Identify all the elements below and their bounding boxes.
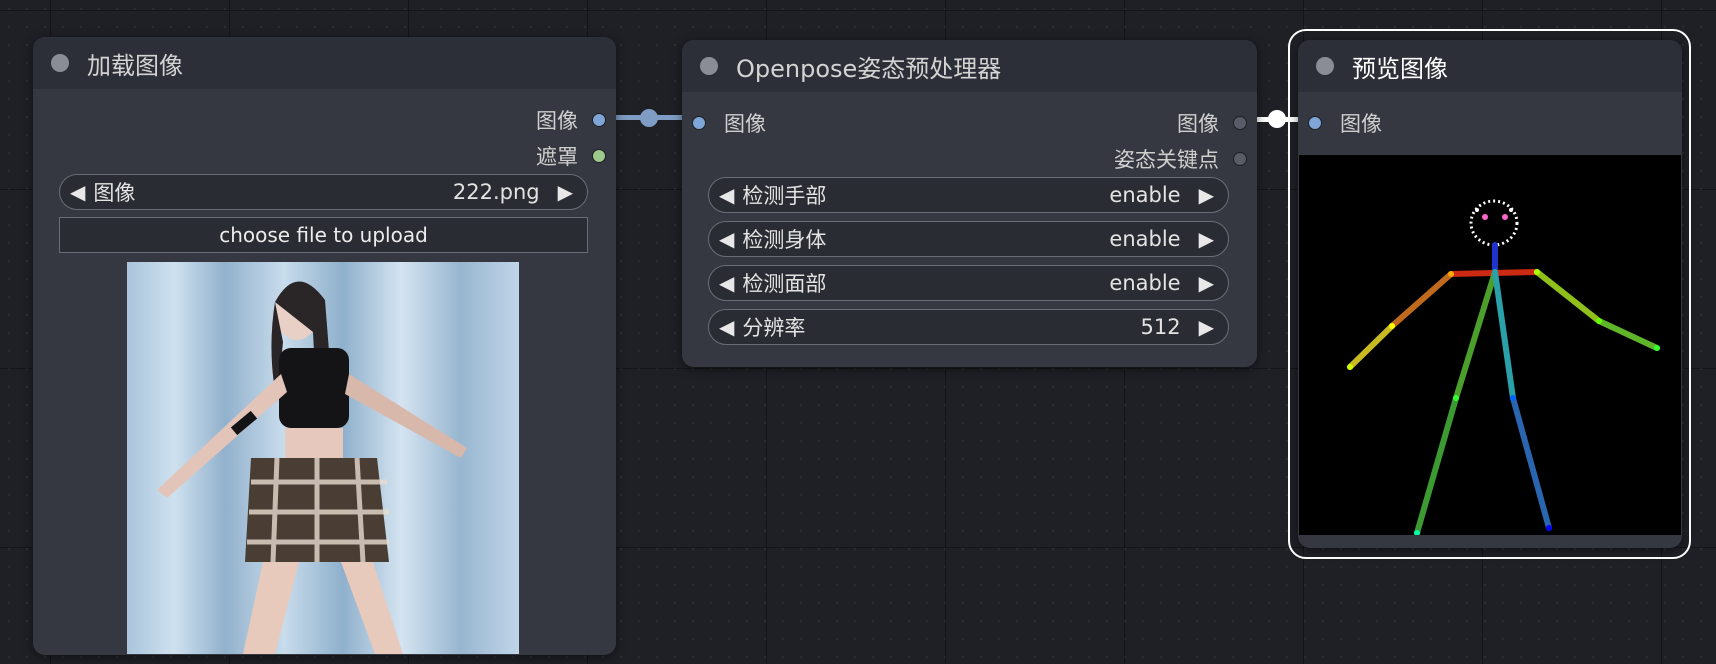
input-label: 图像 xyxy=(1340,112,1382,136)
widget-label: 分辨率 xyxy=(742,316,806,340)
dancer-photo-icon xyxy=(157,281,467,654)
output-label: 图像 xyxy=(1177,112,1219,136)
node-status-dot[interactable] xyxy=(1316,57,1334,75)
output-keypoints-port[interactable] xyxy=(1233,152,1247,166)
increment-arrow-icon[interactable]: ▶ xyxy=(1199,315,1214,339)
detect-hands-widget[interactable]: ◀ 检测手部 enable ▶ xyxy=(708,177,1229,213)
output-keypoints-row[interactable]: 姿态关键点 xyxy=(1114,144,1247,174)
increment-arrow-icon[interactable]: ▶ xyxy=(1199,271,1214,295)
detect-body-widget[interactable]: ◀ 检测身体 enable ▶ xyxy=(708,221,1229,257)
pose-preview-image xyxy=(1299,155,1681,536)
input-image-port[interactable] xyxy=(1308,116,1322,130)
decrement-arrow-icon[interactable]: ◀ xyxy=(70,180,85,204)
output-label: 遮罩 xyxy=(536,145,578,169)
decrement-arrow-icon[interactable]: ◀ xyxy=(719,183,734,207)
widget-label: 检测面部 xyxy=(742,272,827,296)
wire-midpoint-handle[interactable] xyxy=(1268,110,1286,128)
output-image-port[interactable] xyxy=(592,113,606,127)
increment-arrow-icon[interactable]: ▶ xyxy=(1199,227,1214,251)
increment-arrow-icon[interactable]: ▶ xyxy=(1199,183,1214,207)
widget-value: enable xyxy=(1109,271,1181,295)
input-label: 图像 xyxy=(724,112,766,136)
output-image-row[interactable]: 图像 xyxy=(1177,108,1247,138)
widget-label: 图像 xyxy=(93,181,136,205)
output-label: 姿态关键点 xyxy=(1114,148,1219,172)
widget-value: 512 xyxy=(1140,315,1181,339)
output-mask-port[interactable] xyxy=(592,149,606,163)
input-image-port[interactable] xyxy=(692,116,706,130)
node-status-dot[interactable] xyxy=(51,54,69,72)
wire-midpoint-handle[interactable] xyxy=(640,109,658,127)
widget-value: enable xyxy=(1109,183,1181,207)
node-header[interactable]: 预览图像 xyxy=(1298,40,1682,92)
image-combo-widget[interactable]: ◀ 图像 222.png ▶ xyxy=(59,174,588,210)
output-mask-row[interactable]: 遮罩 xyxy=(536,141,606,171)
widget-label: 检测身体 xyxy=(742,228,827,252)
node-header[interactable]: Openpose姿态预处理器 xyxy=(682,40,1257,92)
upload-file-button[interactable]: choose file to upload xyxy=(59,217,588,253)
detect-face-widget[interactable]: ◀ 检测面部 enable ▶ xyxy=(708,265,1229,301)
output-image-row[interactable]: 图像 xyxy=(536,105,606,135)
loaded-image-preview xyxy=(127,262,519,654)
decrement-arrow-icon[interactable]: ◀ xyxy=(719,227,734,251)
node-title: 预览图像 xyxy=(1352,54,1448,83)
widget-label: 检测手部 xyxy=(742,184,827,208)
output-image-port[interactable] xyxy=(1233,116,1247,130)
decrement-arrow-icon[interactable]: ◀ xyxy=(719,271,734,295)
widget-value: 222.png xyxy=(452,180,540,204)
input-image-row[interactable]: 图像 xyxy=(692,108,766,138)
widget-value: enable xyxy=(1109,227,1181,251)
input-image-row[interactable]: 图像 xyxy=(1308,108,1382,138)
increment-arrow-icon[interactable]: ▶ xyxy=(558,180,573,204)
resolution-widget[interactable]: ◀ 分辨率 512 ▶ xyxy=(708,309,1229,345)
node-title: Openpose姿态预处理器 xyxy=(736,54,1002,83)
openpose-skeleton-icon xyxy=(1347,199,1660,536)
output-label: 图像 xyxy=(536,109,578,133)
node-header[interactable]: 加载图像 xyxy=(33,37,616,89)
openpose-preprocessor-node[interactable]: Openpose姿态预处理器 图像 图像 姿态关键点 ◀ 检测手部 enable… xyxy=(682,40,1257,367)
decrement-arrow-icon[interactable]: ◀ xyxy=(719,315,734,339)
node-title: 加载图像 xyxy=(87,51,183,80)
node-status-dot[interactable] xyxy=(700,57,718,75)
